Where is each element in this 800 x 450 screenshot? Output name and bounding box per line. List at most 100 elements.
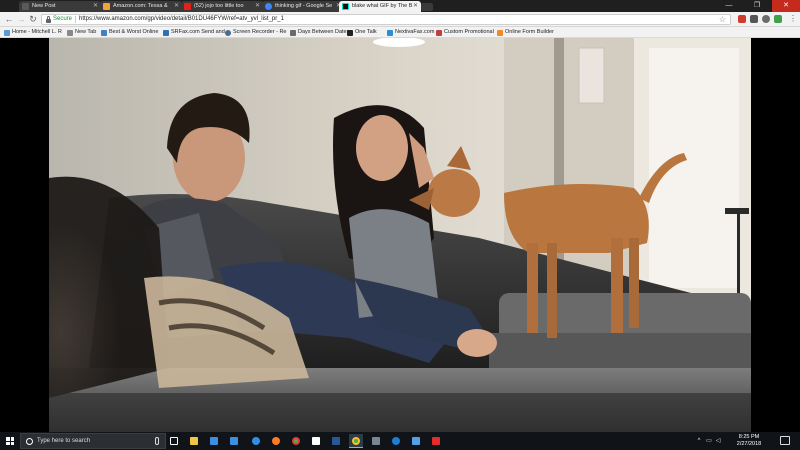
bookmark-label: Custom Promotional xyxy=(444,29,494,35)
close-tab-icon[interactable]: ✕ xyxy=(93,1,98,12)
mail-icon[interactable] xyxy=(227,434,241,448)
bookmark-star-icon[interactable]: ☆ xyxy=(719,15,726,24)
video-scene xyxy=(49,38,751,432)
bookmark-label: Home - Mitchell L. R xyxy=(12,29,62,35)
bookmark-label: Screen Recorder - Re xyxy=(233,29,287,35)
divider xyxy=(75,15,76,23)
back-button[interactable]: ← xyxy=(3,13,15,25)
microphone-icon[interactable] xyxy=(155,437,159,445)
chrome-menu-icon[interactable]: ⋮ xyxy=(789,14,797,24)
bookmark-label: One Talk xyxy=(355,29,377,35)
edge-icon[interactable] xyxy=(249,434,263,448)
clock-date: 2/27/2018 xyxy=(736,441,762,447)
bookmark-label: SRFax.com Send and xyxy=(171,29,225,35)
chrome-icon[interactable] xyxy=(289,434,303,448)
task-view-icon[interactable] xyxy=(167,434,181,448)
hp-icon[interactable] xyxy=(389,434,403,448)
chrome-active-icon[interactable] xyxy=(349,434,363,448)
bookmark-favicon-icon xyxy=(290,29,296,36)
system-clock[interactable]: 8:25 PM 2/27/2018 xyxy=(724,434,774,448)
extension-abp-icon[interactable] xyxy=(738,15,746,23)
network-icon[interactable]: ▭ xyxy=(705,432,713,450)
extension-icon[interactable] xyxy=(762,15,770,23)
tab-google[interactable]: thinking gif - Google Se ✕ xyxy=(262,1,344,12)
tab-label: Amazon.com: Tessa & xyxy=(113,3,168,9)
taskbar-search-box[interactable]: Type here to search xyxy=(20,433,166,449)
messages-icon[interactable] xyxy=(309,434,323,448)
address-bar[interactable]: Secure https://www.amazon.com/gp/video/d… xyxy=(41,13,731,25)
acrobat-icon[interactable] xyxy=(429,434,443,448)
bookmark-label: Days Between Dates xyxy=(298,29,350,35)
youtube-icon xyxy=(184,3,191,10)
amazon-icon xyxy=(103,3,110,10)
bookmark-item[interactable]: Days Between Dates xyxy=(290,28,349,37)
url-text[interactable]: https://www.amazon.com/gp/video/detail/B… xyxy=(79,15,284,24)
extension-icon[interactable] xyxy=(750,15,758,23)
tab-label: thinking gif - Google Se xyxy=(275,3,333,9)
bookmark-item[interactable]: One Talk xyxy=(347,28,377,37)
windows-start-icon[interactable] xyxy=(6,437,14,445)
minimize-button[interactable]: — xyxy=(716,0,742,12)
bookmarks-bar: Home - Mitchell L. R New Tab Best & Wors… xyxy=(0,27,800,38)
app-icon[interactable] xyxy=(369,434,383,448)
cortana-icon xyxy=(26,438,33,445)
tab-label: New Post xyxy=(32,3,56,9)
close-tab-icon[interactable]: ✕ xyxy=(255,1,260,12)
bookmark-item[interactable]: Screen Recorder - Re xyxy=(225,28,287,37)
chevron-up-icon[interactable]: ^ xyxy=(695,432,703,450)
video-frame[interactable] xyxy=(49,38,751,432)
bookmark-item[interactable]: NextivaFax.com xyxy=(387,28,434,37)
bookmark-item[interactable]: Custom Promotional xyxy=(436,28,494,37)
bookmark-label: NextivaFax.com xyxy=(395,29,435,35)
tab-giphy[interactable]: blake what GIF by The B ✕ xyxy=(339,1,421,12)
bookmark-favicon-icon xyxy=(67,29,73,36)
clock-time: 8:25 PM xyxy=(738,434,760,440)
tab-new-post[interactable]: New Post ✕ xyxy=(19,1,101,12)
bookmark-label: New Tab xyxy=(75,29,97,35)
tab-youtube[interactable]: (52) jojo too little too ✕ xyxy=(181,1,263,12)
page-icon xyxy=(22,3,29,10)
extension-icon[interactable] xyxy=(774,15,782,23)
bookmark-label: Best & Worst Online xyxy=(109,29,159,35)
bookmark-favicon-icon xyxy=(101,29,107,36)
firefox-icon[interactable] xyxy=(269,434,283,448)
tab-label: (52) jojo too little too xyxy=(194,3,244,9)
bookmark-item[interactable]: Best & Worst Online xyxy=(101,28,158,37)
giphy-icon xyxy=(342,3,349,10)
close-window-button[interactable]: ✕ xyxy=(772,0,800,12)
close-tab-icon[interactable]: ✕ xyxy=(174,1,179,12)
bookmark-favicon-icon xyxy=(387,29,393,36)
store-icon[interactable] xyxy=(207,434,221,448)
bookmark-favicon-icon xyxy=(163,29,169,36)
word-icon[interactable] xyxy=(329,434,343,448)
file-explorer-icon[interactable] xyxy=(187,434,201,448)
google-icon xyxy=(265,3,272,10)
windows-taskbar: Type here to search ^ ▭ ◁ 8:25 PM 2/27/2… xyxy=(0,432,800,450)
lock-icon xyxy=(46,15,51,23)
tab-strip: New Post ✕ Amazon.com: Tessa & ✕ (52) jo… xyxy=(0,0,800,12)
bookmark-item[interactable]: New Tab xyxy=(67,28,96,37)
browser-toolbar: ← → ↻ Secure https://www.amazon.com/gp/v… xyxy=(0,12,800,27)
tab-label: blake what GIF by The B xyxy=(352,3,413,9)
reload-button[interactable]: ↻ xyxy=(27,13,39,25)
bookmark-item[interactable]: Home - Mitchell L. R xyxy=(4,28,62,37)
new-tab-button[interactable] xyxy=(421,3,433,11)
close-tab-icon[interactable]: ✕ xyxy=(413,1,418,12)
bookmark-item[interactable]: SRFax.com Send and xyxy=(163,28,225,37)
search-placeholder: Type here to search xyxy=(37,438,91,444)
bookmark-favicon-icon xyxy=(436,29,442,36)
bookmark-favicon-icon xyxy=(497,29,503,36)
maximize-button[interactable]: ❐ xyxy=(744,0,770,12)
tab-amazon[interactable]: Amazon.com: Tessa & ✕ xyxy=(100,1,182,12)
bookmark-favicon-icon xyxy=(347,29,353,36)
secure-label: Secure xyxy=(53,15,73,22)
forward-button[interactable]: → xyxy=(15,13,27,25)
bookmark-favicon-icon xyxy=(4,29,10,36)
volume-icon[interactable]: ◁ xyxy=(714,432,722,450)
action-center-icon[interactable] xyxy=(780,436,790,445)
bookmark-item[interactable]: Online Form Builder xyxy=(497,28,554,37)
video-viewport xyxy=(0,38,800,432)
bookmark-label: Online Form Builder xyxy=(505,29,554,35)
app-icon[interactable] xyxy=(409,434,423,448)
bookmark-favicon-icon xyxy=(225,29,231,36)
